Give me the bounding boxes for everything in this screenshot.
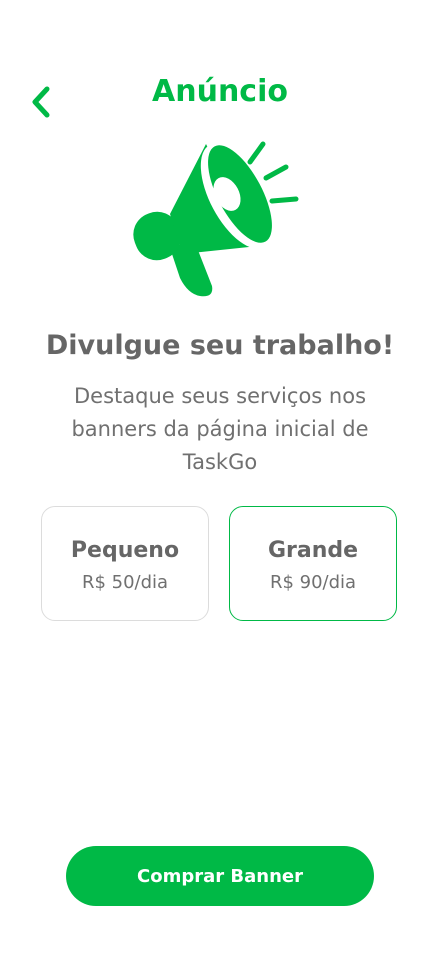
megaphone-icon [133, 141, 299, 297]
page-title: Anúncio [152, 74, 288, 109]
headline: Divulgue seu trabalho! [45, 330, 395, 361]
plan-price: R$ 50/dia [81, 572, 169, 593]
plan-name: Pequeno [70, 538, 180, 563]
description: Destaque seus serviços nos banners da pá… [71, 384, 369, 474]
plan-name: Grande [267, 538, 359, 563]
plan-card-grande[interactable]: Grande R$ 90/dia [229, 506, 397, 621]
plan-card-pequeno[interactable]: Pequeno R$ 50/dia [41, 506, 209, 621]
plan-price: R$ 90/dia [269, 572, 357, 593]
buy-banner-button[interactable]: Comprar Banner [66, 846, 374, 906]
